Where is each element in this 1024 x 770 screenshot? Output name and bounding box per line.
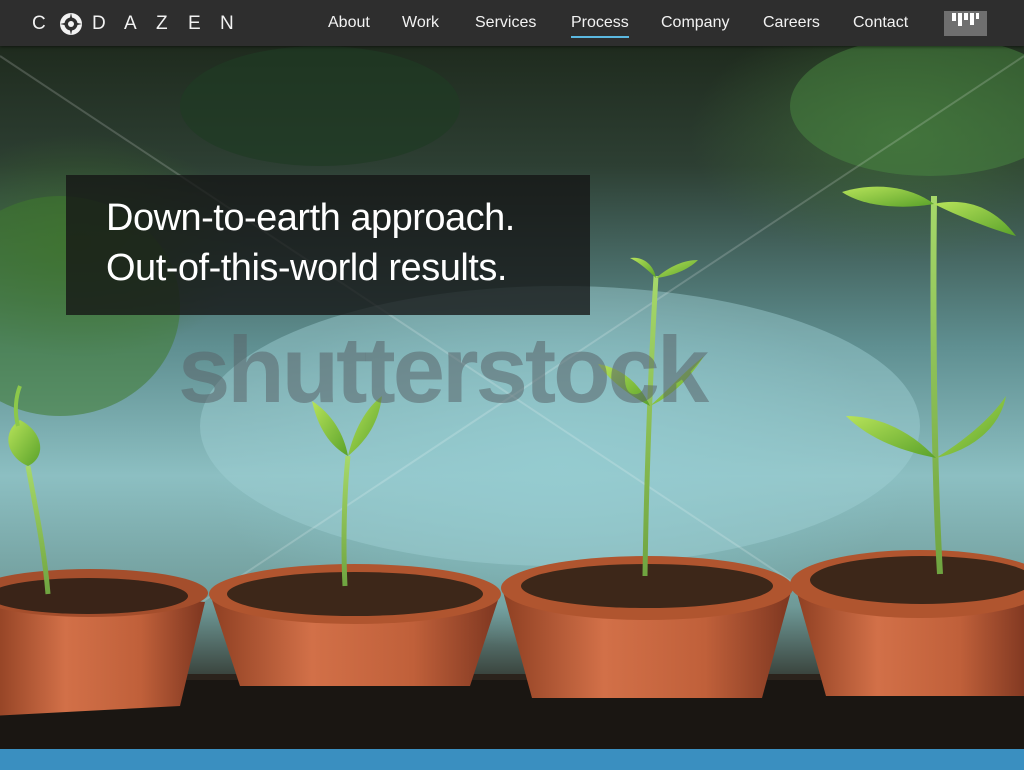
nav-link-services[interactable]: Services <box>475 13 536 33</box>
shutterstock-watermark: shutterstock <box>178 317 709 422</box>
hero-banner: shutterstock Down-to-earth approach. Out… <box>0 46 1024 749</box>
nav-link-process[interactable]: Process <box>571 13 629 38</box>
partner-badge-icon[interactable] <box>944 11 987 36</box>
nav-link-work[interactable]: Work <box>402 13 439 33</box>
nav-link-company[interactable]: Company <box>661 13 729 33</box>
bottom-accent-strip <box>0 749 1024 770</box>
hero-headline-line-1: Down-to-earth approach. <box>106 197 515 239</box>
nav-link-contact[interactable]: Contact <box>853 13 908 33</box>
hero-headline: Down-to-earth approach. Out-of-this-worl… <box>106 193 515 293</box>
hero-tagline-box: Down-to-earth approach. Out-of-this-worl… <box>66 175 590 315</box>
nav-link-careers[interactable]: Careers <box>763 13 820 33</box>
hero-headline-line-2: Out-of-this-world results. <box>106 247 507 289</box>
nav-link-about[interactable]: About <box>328 13 370 33</box>
top-navigation-bar: C D A Z E N About Work Services Process … <box>0 0 1024 46</box>
main-nav: About Work Services Process Company Care… <box>0 0 1024 46</box>
